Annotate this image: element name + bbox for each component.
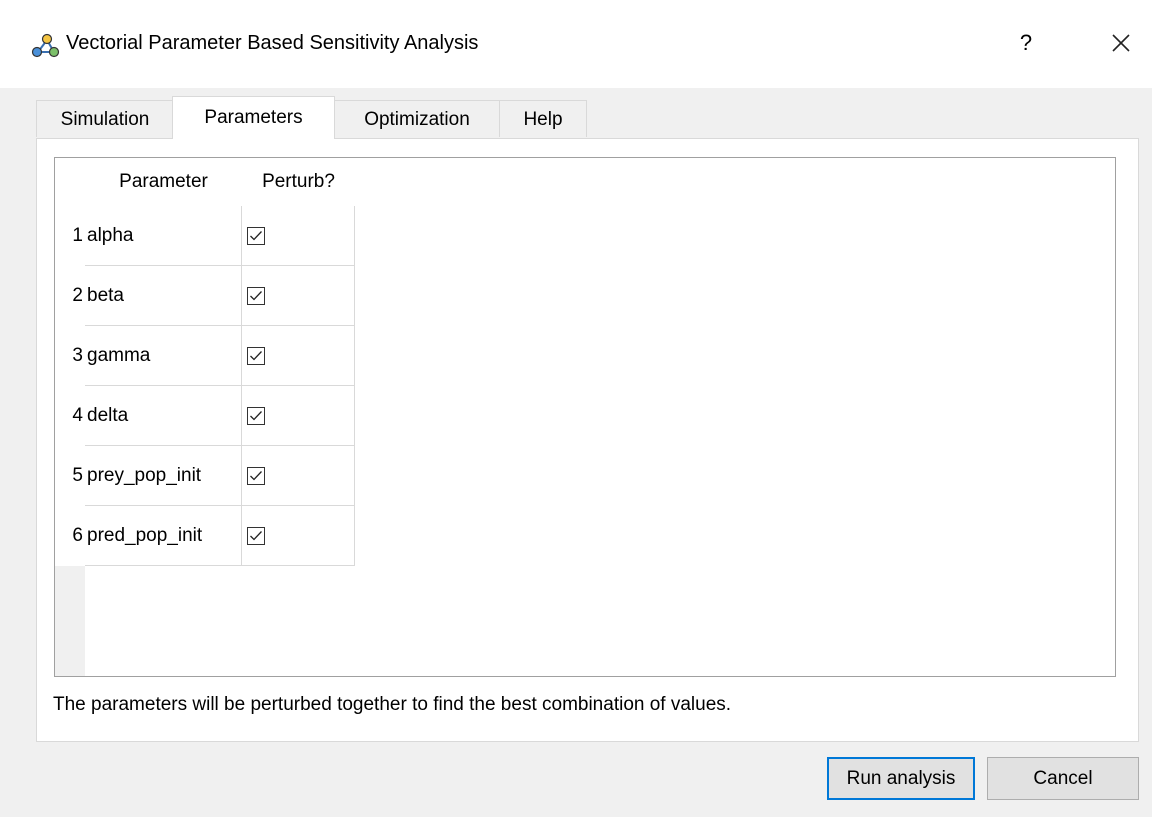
corner-header[interactable] <box>55 158 85 206</box>
perturb-cell[interactable] <box>242 266 355 326</box>
close-icon <box>1112 34 1130 52</box>
tab-help[interactable]: Help <box>499 100 587 137</box>
perturb-cell[interactable] <box>242 386 355 446</box>
checkmark-icon <box>250 291 262 301</box>
checkmark-icon <box>250 231 262 241</box>
info-text: The parameters will be perturbed togethe… <box>53 694 732 715</box>
close-button[interactable] <box>1104 26 1138 60</box>
perturb-checkbox[interactable] <box>247 527 265 545</box>
parameter-name-cell[interactable]: beta <box>85 266 242 326</box>
tab-optimization[interactable]: Optimization <box>334 100 500 137</box>
cancel-button[interactable]: Cancel <box>987 757 1139 800</box>
window-title: Vectorial Parameter Based Sensitivity An… <box>66 32 479 54</box>
parameter-name-cell[interactable]: pred_pop_init <box>85 506 242 566</box>
checkmark-icon <box>250 411 262 421</box>
app-network-icon <box>31 33 60 58</box>
row-header[interactable]: 2 <box>55 266 85 326</box>
parameters-table[interactable]: Parameter Perturb? 1 alpha 2 beta 3 gamm… <box>54 157 1116 677</box>
help-button[interactable]: ? <box>1014 26 1038 60</box>
title-bar: Vectorial Parameter Based Sensitivity An… <box>0 0 1152 88</box>
parameters-panel: Parameter Perturb? 1 alpha 2 beta 3 gamm… <box>36 138 1139 742</box>
checkmark-icon <box>250 351 262 361</box>
row-header[interactable]: 5 <box>55 446 85 506</box>
tab-simulation[interactable]: Simulation <box>36 100 174 137</box>
parameter-name-cell[interactable]: delta <box>85 386 242 446</box>
row-header[interactable]: 6 <box>55 506 85 566</box>
perturb-checkbox[interactable] <box>247 347 265 365</box>
row-header[interactable]: 4 <box>55 386 85 446</box>
perturb-cell[interactable] <box>242 326 355 386</box>
checkmark-icon <box>250 471 262 481</box>
perturb-checkbox[interactable] <box>247 227 265 245</box>
parameter-name-cell[interactable]: prey_pop_init <box>85 446 242 506</box>
perturb-checkbox[interactable] <box>247 407 265 425</box>
row-header[interactable]: 1 <box>55 206 85 266</box>
run-analysis-button[interactable]: Run analysis <box>827 757 975 800</box>
perturb-cell[interactable] <box>242 446 355 506</box>
perturb-cell[interactable] <box>242 506 355 566</box>
perturb-checkbox[interactable] <box>247 467 265 485</box>
perturb-cell[interactable] <box>242 206 355 266</box>
row-header[interactable]: 3 <box>55 326 85 386</box>
column-header-perturb[interactable]: Perturb? <box>242 158 355 206</box>
perturb-checkbox[interactable] <box>247 287 265 305</box>
parameter-name-cell[interactable]: alpha <box>85 206 242 266</box>
column-header-parameter[interactable]: Parameter <box>85 158 242 206</box>
tab-parameters[interactable]: Parameters <box>172 96 335 139</box>
parameter-name-cell[interactable]: gamma <box>85 326 242 386</box>
checkmark-icon <box>250 531 262 541</box>
